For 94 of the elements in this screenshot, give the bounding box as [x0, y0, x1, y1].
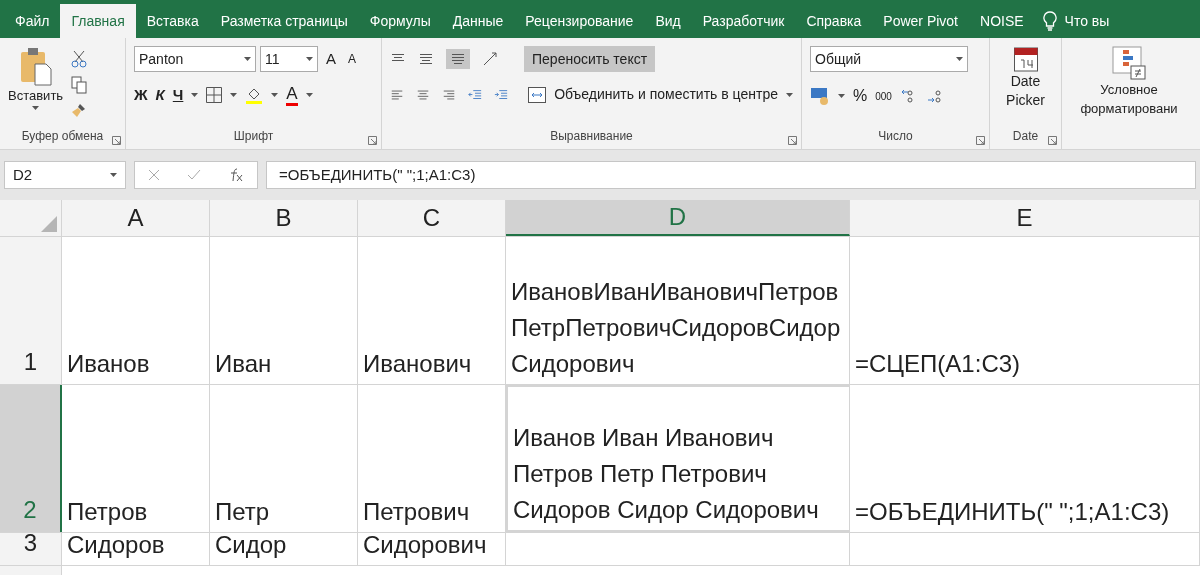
underline-button[interactable]: Ч	[172, 84, 184, 107]
align-center-icon[interactable]	[416, 88, 431, 101]
number-format-dropdown[interactable]: Общий	[810, 46, 968, 72]
row-header[interactable]: 2	[0, 385, 62, 532]
align-right-icon[interactable]	[442, 88, 457, 101]
name-box[interactable]: D2	[4, 161, 126, 189]
paste-button[interactable]: Вставить	[8, 46, 64, 118]
ribbon-tab[interactable]: Данные	[441, 4, 515, 38]
tell-me-field[interactable]: Что вы	[1064, 10, 1110, 32]
dialog-launcher-icon[interactable]	[112, 136, 121, 145]
align-left-icon[interactable]	[390, 88, 405, 101]
borders-icon[interactable]	[206, 87, 223, 104]
cell-text: Петров	[67, 497, 148, 527]
caret-icon	[191, 93, 199, 98]
caret-icon	[305, 93, 313, 98]
caret-icon	[786, 92, 793, 97]
cell-text: =СЦЕП(A1:C3)	[855, 349, 1021, 379]
column-header[interactable]: E	[850, 200, 1200, 236]
wrap-text-button[interactable]: Переносить текст	[524, 46, 656, 72]
check-icon[interactable]	[187, 169, 201, 181]
merge-cells-icon	[528, 86, 547, 103]
ribbon-tab[interactable]: Вставка	[135, 4, 210, 38]
ribbon-tab[interactable]: Файл	[4, 4, 61, 38]
ribbon-tab[interactable]: NOISE	[969, 4, 1035, 38]
dialog-launcher-icon[interactable]	[368, 136, 377, 145]
thousands-button[interactable]: 000	[875, 88, 892, 104]
percent-button[interactable]: %	[853, 84, 868, 108]
font-name-dropdown[interactable]: Panton	[134, 46, 256, 72]
cell-text: Сидоров	[67, 530, 165, 560]
scissors-icon[interactable]	[71, 50, 88, 68]
italic-button[interactable]: К	[155, 84, 165, 107]
caret-icon	[271, 93, 279, 98]
fill-bucket-icon[interactable]	[245, 86, 264, 105]
ribbon-tab[interactable]: Формулы	[358, 4, 442, 38]
cell-text: Сидор	[215, 530, 287, 560]
currency-icon[interactable]	[810, 87, 830, 105]
text-orientation-icon[interactable]	[482, 51, 500, 67]
font-size-dropdown[interactable]: 11	[260, 46, 318, 72]
formula-field[interactable]: =ОБЪЕДИНИТЬ(" ";1;A1:C3)	[266, 161, 1196, 189]
dialog-launcher-icon[interactable]	[1048, 136, 1057, 145]
group-label: Число	[878, 128, 913, 145]
row-header[interactable]: 1	[0, 237, 62, 384]
ribbon-tab[interactable]: Справка	[795, 4, 873, 38]
cell-text: =ОБЪЕДИНИТЬ(" ";1;A1:C3)	[855, 497, 1170, 527]
ribbon-tab[interactable]: Разметка страницы	[209, 4, 359, 38]
date-picker-button[interactable]: Date Picker	[998, 46, 1053, 110]
bold-button[interactable]: Ж	[134, 84, 148, 107]
ribbon-tab[interactable]: Главная	[60, 4, 136, 38]
column-header[interactable]: A	[62, 200, 210, 236]
shrink-font-button[interactable]: A	[344, 50, 361, 68]
dialog-launcher-icon[interactable]	[976, 136, 985, 145]
font-color-button[interactable]: A	[286, 84, 298, 106]
merge-center-button[interactable]: Объединить и поместить в центре	[528, 84, 793, 105]
cell-text: Петр	[215, 497, 270, 527]
cell-text: Иванов	[67, 349, 150, 379]
caret-icon	[230, 93, 238, 98]
caret-icon	[306, 57, 313, 61]
decrease-decimal-icon[interactable]	[925, 88, 944, 104]
increase-indent-icon[interactable]	[494, 88, 509, 101]
clipboard-icon	[18, 46, 53, 86]
column-header[interactable]: B	[210, 200, 358, 236]
cell-text: Петрович	[363, 497, 470, 527]
align-bottom-icon[interactable]	[450, 53, 466, 65]
column-header[interactable]: D	[506, 200, 850, 236]
group-label: Date	[1012, 128, 1039, 145]
paintbrush-icon[interactable]	[71, 102, 88, 118]
caret-icon	[244, 57, 251, 61]
cell-text: Иван	[215, 349, 272, 379]
ribbon-tab[interactable]: Вид	[644, 4, 692, 38]
cell-text: Иванович	[363, 349, 472, 379]
caret-icon	[956, 57, 963, 61]
decrease-indent-icon[interactable]	[468, 88, 483, 101]
lightbulb-icon[interactable]	[1042, 11, 1057, 31]
conditional-format-icon	[1111, 46, 1147, 80]
cell-text: ИвановИванИвановичПетровПетрПетровичСидоровСидорСидорович	[511, 277, 842, 379]
conditional-formatting-button[interactable]: Условное форматировани	[1062, 38, 1188, 149]
caret-icon	[110, 173, 117, 177]
grow-font-button[interactable]: A	[322, 47, 340, 71]
ribbon-tab[interactable]: Разработчик	[691, 4, 796, 38]
caret-icon	[32, 105, 40, 110]
row-header[interactable]: 3	[0, 533, 62, 565]
caret-icon	[838, 94, 845, 98]
group-label: Буфер обмена	[21, 128, 104, 145]
calendar-icon	[1013, 46, 1038, 72]
copy-icon[interactable]	[71, 76, 88, 94]
ribbon-tab[interactable]: Power Pivot	[872, 4, 969, 38]
group-label: Шрифт	[233, 128, 274, 145]
dialog-launcher-icon[interactable]	[788, 136, 797, 145]
group-label: Выравнивание	[550, 128, 633, 145]
cancel-icon[interactable]	[148, 169, 161, 181]
align-middle-icon[interactable]	[418, 53, 434, 65]
cell-text: Иванов Иван Иванович Петров Петр Петрович Сидоров Сидор Сидорович	[513, 423, 820, 525]
cell-text: Сидорович	[363, 530, 487, 560]
ribbon-tab[interactable]: Рецензирование	[514, 4, 645, 38]
